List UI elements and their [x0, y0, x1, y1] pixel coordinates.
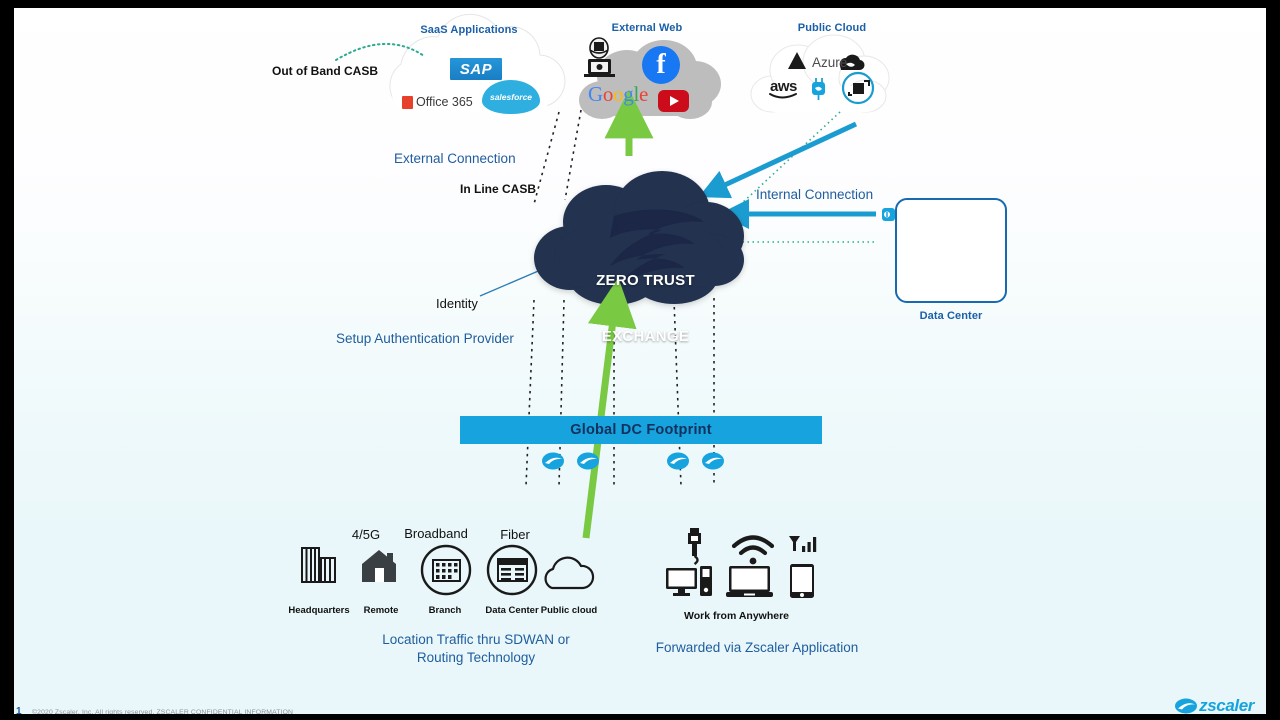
transport-label-broadband: Broadband — [404, 526, 468, 541]
public-cloud-dotted-link — [725, 111, 841, 219]
youtube-logo — [658, 90, 689, 112]
house-icon — [362, 550, 396, 582]
letterbox-bottom — [0, 714, 1280, 720]
tablet-icon — [790, 564, 814, 598]
global-dc-footprint-bar: Global DC Footprint — [460, 416, 822, 444]
letterbox-left — [0, 0, 14, 720]
location-traffic-caption: Location Traffic thru SDWAN or Routing T… — [382, 632, 570, 666]
work-from-anywhere-label: Work from Anywhere — [683, 610, 790, 622]
branch-building-icon — [420, 544, 472, 596]
site-label-public-cloud: Public cloud — [540, 605, 598, 616]
page-number: 1 — [16, 706, 22, 714]
sap-logo: SAP — [450, 58, 502, 80]
aws-logo-text: aws — [770, 78, 797, 95]
zscaler-logo: zscaler — [1175, 696, 1254, 714]
diagram-canvas: SaaS Applications External Web Public Cl… — [14, 8, 1266, 714]
site-label-headquarters: Headquarters — [288, 605, 350, 616]
salesforce-logo: salesforce — [482, 80, 540, 114]
azure-logo-mark — [788, 52, 806, 69]
public-cloud-app-connector-icon — [841, 71, 875, 105]
data-center-label: Data Center — [919, 310, 983, 322]
saas-cloud-title: SaaS Applications — [420, 24, 518, 36]
google-logo: Google — [588, 82, 649, 106]
site-label-branch: Branch — [428, 605, 462, 616]
internal-connection-label: Internal Connection — [756, 187, 874, 202]
laptop-icon — [726, 566, 773, 597]
ethernet-cable-icon — [688, 528, 701, 565]
office365-logo: Office 365 — [402, 95, 473, 109]
letterbox-top — [0, 0, 1280, 8]
youtube-play-icon — [670, 96, 679, 106]
hacker-icon — [584, 37, 615, 77]
zte-title-line2: EXCHANGE — [601, 327, 690, 345]
wifi-icon — [731, 535, 775, 565]
slide-stage: SaaS Applications External Web Public Cl… — [0, 0, 1280, 720]
out-of-band-casb-arc — [335, 43, 425, 61]
in-line-casb-label: In Line CASB — [460, 182, 537, 196]
datacenter-building-icon — [486, 544, 538, 596]
zscaler-wordmark: zscaler — [1199, 696, 1254, 714]
out-of-band-casb-label: Out of Band CASB — [272, 64, 378, 78]
public-cloud-shape — [750, 34, 890, 113]
identity-connector-line — [479, 259, 565, 297]
transport-label-4-5g: 4/5G — [351, 527, 381, 542]
identity-label: Identity — [436, 296, 478, 311]
cloud-outline-icon — [544, 556, 595, 590]
office-towers-icon — [301, 547, 336, 583]
cellular-signal-icon — [789, 536, 817, 552]
external-web-cloud-title: External Web — [611, 22, 683, 34]
office365-square-icon — [402, 95, 413, 109]
desktop-tower-icon — [666, 566, 712, 596]
zscaler-node-logos — [542, 452, 724, 470]
zte-title-line1: ZERO TRUST — [596, 271, 695, 289]
forwarded-via-caption: Forwarded via Zscaler Application — [655, 640, 859, 655]
setup-auth-provider-label: Setup Authentication Provider — [336, 331, 514, 346]
data-center-box — [895, 198, 1007, 303]
external-connection-label: External Connection — [394, 151, 516, 166]
public-cloud-plug-icon — [812, 78, 825, 100]
azure-logo-text: Azure — [812, 55, 848, 70]
zscaler-swoosh-icon — [1175, 698, 1198, 714]
public-cloud-arrow — [698, 121, 858, 199]
letterbox-right — [1266, 0, 1280, 720]
zero-trust-exchange-label: ZERO TRUST EXCHANGE — [568, 234, 723, 384]
transport-label-fiber: Fiber — [500, 527, 530, 542]
facebook-logo: f — [642, 46, 680, 84]
public-cloud-title: Public Cloud — [797, 22, 867, 34]
global-dc-footprint-label: Global DC Footprint — [570, 422, 712, 438]
site-label-remote: Remote — [363, 605, 399, 616]
